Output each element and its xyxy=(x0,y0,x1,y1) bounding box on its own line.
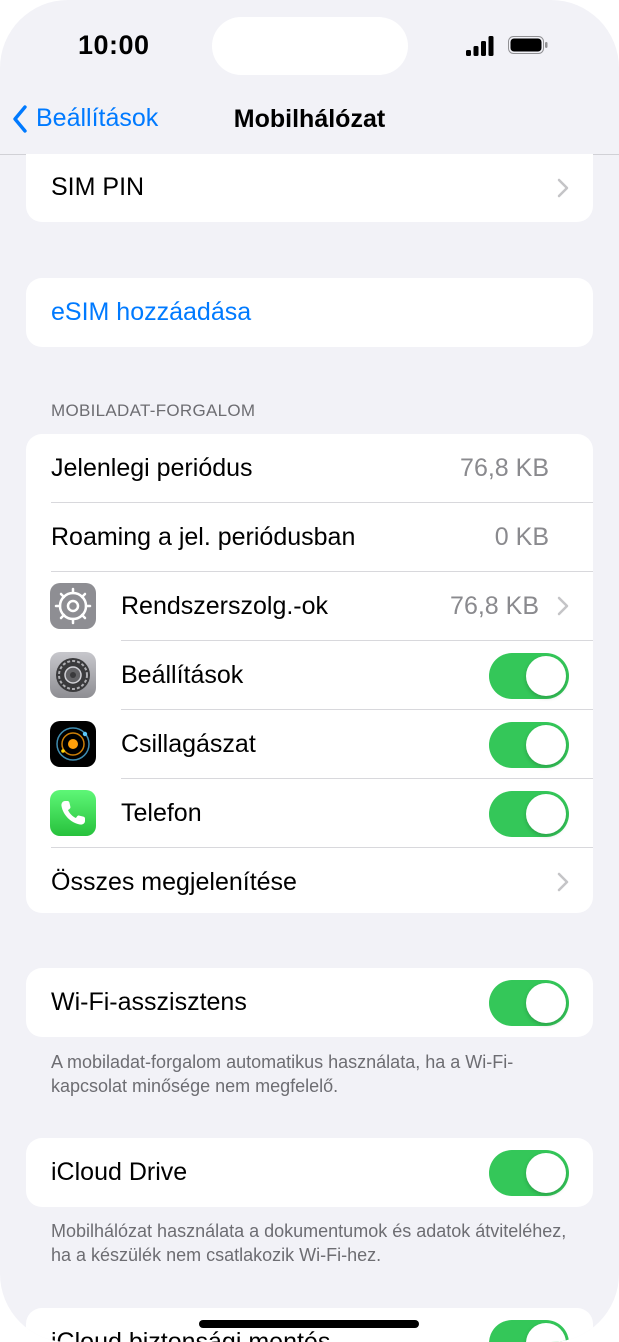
status-bar: 10:00 xyxy=(0,0,619,90)
status-time: 10:00 xyxy=(78,30,150,60)
icloud-drive-label: iCloud Drive xyxy=(51,1158,188,1186)
roaming-period-value: 0 KB xyxy=(494,523,549,551)
toggle-knob xyxy=(526,983,566,1023)
icloud-backup-label: iCloud biztonsági mentés xyxy=(51,1328,331,1342)
page-title-text: Mobilhálózat xyxy=(233,105,386,133)
usage-group: Jelenlegi periódus 76,8 KB Roaming a jel… xyxy=(26,434,593,913)
icloud-drive-toggle[interactable] xyxy=(489,1150,569,1196)
toggle-knob xyxy=(526,1323,566,1342)
app-name: Rendszerszolg.-ok xyxy=(121,592,329,620)
toggle-knob xyxy=(526,794,566,834)
current-period-row: Jelenlegi periódus 76,8 KB xyxy=(26,434,593,503)
app-usage-value: 76,8 KB xyxy=(450,592,539,620)
wifi-assist-label: Wi-Fi-asszisztens xyxy=(51,988,247,1016)
toggle-knob xyxy=(526,656,566,696)
chevron-right-icon xyxy=(557,872,569,892)
usage-section-header: MOBILADAT-FORGALOM xyxy=(51,401,256,420)
add-esim-link[interactable]: eSIM hozzáadása xyxy=(51,298,251,327)
chevron-right-icon xyxy=(557,596,569,616)
esim-group: eSIM hozzáadása xyxy=(26,278,593,347)
sim-pin-group: SIM PIN xyxy=(26,154,593,222)
roaming-period-row: Roaming a jel. periódusban 0 KB xyxy=(26,503,593,572)
home-indicator[interactable] xyxy=(199,1320,419,1328)
roaming-period-label: Roaming a jel. periódusban xyxy=(51,523,356,551)
icloud-drive-row: iCloud Drive xyxy=(26,1138,593,1207)
phone-data-toggle[interactable] xyxy=(489,791,569,837)
dynamic-island xyxy=(212,17,408,75)
icloud-backup-toggle[interactable] xyxy=(489,1320,569,1342)
battery-icon xyxy=(508,36,548,54)
phone-icon xyxy=(50,790,96,836)
phone-screen: 10:00 Beállítások Mobilhálózat SIM PIN e… xyxy=(0,0,619,1342)
sim-pin-row[interactable]: SIM PIN xyxy=(26,154,593,222)
current-period-label: Jelenlegi periódus xyxy=(51,454,253,482)
wifi-assist-footer: A mobiladat-forgalom automatikus használ… xyxy=(51,1052,514,1096)
toggle-knob xyxy=(526,725,566,765)
show-all-row[interactable]: Összes megjelenítése xyxy=(26,848,593,913)
icloud-drive-group: iCloud Drive xyxy=(26,1138,593,1207)
page-title: Mobilhálózat xyxy=(0,105,619,134)
navigation-bar: Beállítások Mobilhálózat xyxy=(0,90,619,155)
gear-outline-icon xyxy=(50,583,96,629)
app-name: Telefon xyxy=(121,799,202,827)
toggle-knob xyxy=(526,1153,566,1193)
app-row-system-services[interactable]: Rendszerszolg.-ok 76,8 KB xyxy=(26,572,593,641)
current-period-value: 76,8 KB xyxy=(460,454,549,482)
show-all-label: Összes megjelenítése xyxy=(51,868,297,896)
app-row-settings: Beállítások xyxy=(26,641,593,710)
add-esim-row[interactable]: eSIM hozzáadása xyxy=(26,278,593,347)
astronomy-data-toggle[interactable] xyxy=(489,722,569,768)
astronomy-icon xyxy=(50,721,96,767)
app-row-astronomy: Csillagászat xyxy=(26,710,593,779)
app-row-phone: Telefon xyxy=(26,779,593,848)
sim-pin-label: SIM PIN xyxy=(51,173,145,201)
cellular-signal-icon xyxy=(466,36,494,56)
app-name: Beállítások xyxy=(121,661,244,689)
chevron-right-icon xyxy=(557,178,569,198)
wifi-assist-toggle[interactable] xyxy=(489,980,569,1026)
wifi-assist-group: Wi-Fi-asszisztens xyxy=(26,968,593,1037)
settings-data-toggle[interactable] xyxy=(489,653,569,699)
settings-gear-icon xyxy=(50,652,96,698)
wifi-assist-row: Wi-Fi-asszisztens xyxy=(26,968,593,1037)
icloud-drive-footer: Mobilhálózat használata a dokumentumok é… xyxy=(51,1221,567,1265)
app-name: Csillagászat xyxy=(121,730,256,758)
